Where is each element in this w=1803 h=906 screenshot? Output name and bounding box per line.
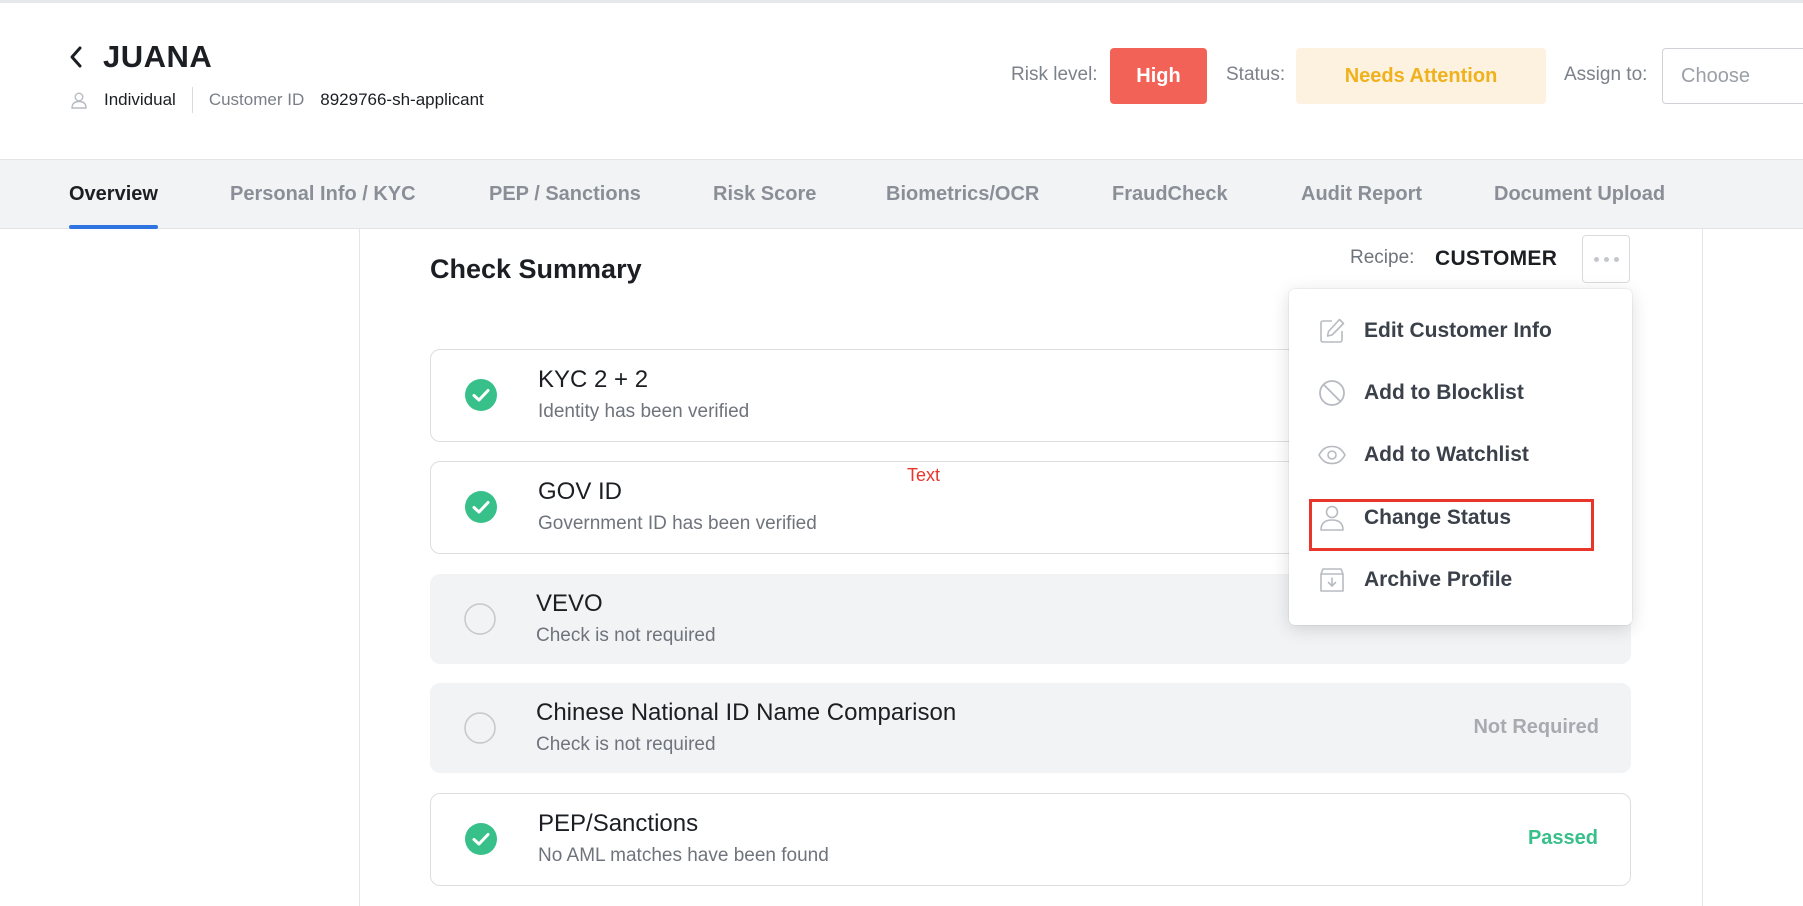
empty-circle-icon	[464, 603, 496, 635]
menu-item-add-to-blocklist[interactable]: Add to Blocklist	[1289, 368, 1632, 418]
tab-risk-score[interactable]: Risk Score	[713, 160, 816, 229]
check-title: VEVO	[536, 590, 603, 617]
tab-bar: Overview Personal Info / KYC PEP / Sanct…	[0, 160, 1803, 229]
tab-document-upload[interactable]: Document Upload	[1494, 160, 1665, 229]
entity-type: Individual	[104, 90, 176, 109]
eye-icon	[1318, 445, 1346, 465]
check-subtitle: Government ID has been verified	[538, 513, 817, 534]
check-title: PEP/Sanctions	[538, 810, 699, 837]
profile-header: JUANA Individual Customer ID 8929766-sh-…	[0, 0, 1803, 160]
check-title: KYC 2 + 2	[538, 366, 649, 393]
check-summary-title: Check Summary	[430, 254, 642, 284]
customer-id-value: 8929766-sh-applicant	[320, 90, 484, 109]
check-subtitle: Identity has been verified	[538, 401, 750, 422]
dot-icon	[1603, 256, 1609, 262]
customer-name: JUANA	[103, 39, 213, 74]
risk-level-label: Risk level:	[1011, 64, 1098, 85]
tab-personal-info-kyc[interactable]: Personal Info / KYC	[230, 160, 416, 229]
assign-to-select[interactable]: Choose	[1662, 48, 1803, 104]
check-card-pep-sanctions[interactable]: PEP/Sanctions No AML matches have been f…	[430, 793, 1631, 886]
check-title: GOV ID	[538, 478, 623, 505]
person-icon	[71, 92, 87, 109]
check-circle-icon	[465, 823, 497, 855]
panel-border-left	[359, 229, 360, 906]
menu-item-edit-customer-info[interactable]: Edit Customer Info	[1289, 306, 1632, 356]
customer-id-label: Customer ID	[208, 90, 305, 109]
recipe-value: CUSTOMER	[1435, 247, 1558, 270]
tab-fraudcheck[interactable]: FraudCheck	[1112, 160, 1228, 229]
status-label: Status:	[1226, 64, 1286, 85]
menu-item-label: Add to Blocklist	[1364, 381, 1524, 404]
annotation-text: Text	[907, 465, 941, 485]
block-icon	[1319, 380, 1345, 406]
menu-item-label: Add to Watchlist	[1364, 443, 1529, 466]
options-menu: Edit Customer Info Add to Blocklist Add …	[1289, 289, 1632, 625]
menu-item-archive-profile[interactable]: Archive Profile	[1289, 555, 1632, 605]
dot-icon	[1593, 256, 1599, 262]
check-status: Passed	[1527, 827, 1598, 849]
empty-circle-icon	[464, 712, 496, 744]
check-title: Chinese National ID Name Comparison	[536, 699, 957, 726]
panel-border-right	[1702, 229, 1703, 906]
menu-item-label: Edit Customer Info	[1364, 319, 1552, 342]
highlight-box	[1309, 499, 1594, 551]
tab-audit-report[interactable]: Audit Report	[1301, 160, 1422, 229]
check-subtitle: No AML matches have been found	[538, 845, 829, 866]
archive-icon	[1320, 568, 1344, 592]
divider	[191, 87, 193, 113]
check-subtitle: Check is not required	[536, 734, 716, 755]
menu-item-label: Archive Profile	[1364, 568, 1513, 591]
dot-icon	[1613, 256, 1619, 262]
assign-to-label: Assign to:	[1564, 64, 1648, 85]
check-subtitle: Check is not required	[536, 625, 716, 646]
check-circle-icon	[465, 491, 497, 523]
check-circle-icon	[465, 379, 497, 411]
tab-biometrics-ocr[interactable]: Biometrics/OCR	[886, 160, 1039, 229]
tab-pep-sanctions[interactable]: PEP / Sanctions	[489, 160, 641, 229]
status-badge: Needs Attention	[1296, 48, 1546, 104]
tab-overview[interactable]: Overview	[69, 160, 158, 229]
more-options-button[interactable]	[1582, 235, 1630, 283]
check-card-chinese-id[interactable]: Chinese National ID Name Comparison Chec…	[430, 683, 1631, 773]
recipe-label: Recipe:	[1350, 247, 1415, 268]
customer-meta: Individual Customer ID 8929766-sh-applic…	[70, 87, 484, 113]
back-chevron-icon[interactable]	[66, 43, 86, 71]
risk-level-badge: High	[1110, 48, 1207, 104]
check-status: Not Required	[1473, 716, 1599, 738]
edit-icon	[1320, 318, 1345, 343]
menu-item-add-to-watchlist[interactable]: Add to Watchlist	[1289, 430, 1632, 480]
